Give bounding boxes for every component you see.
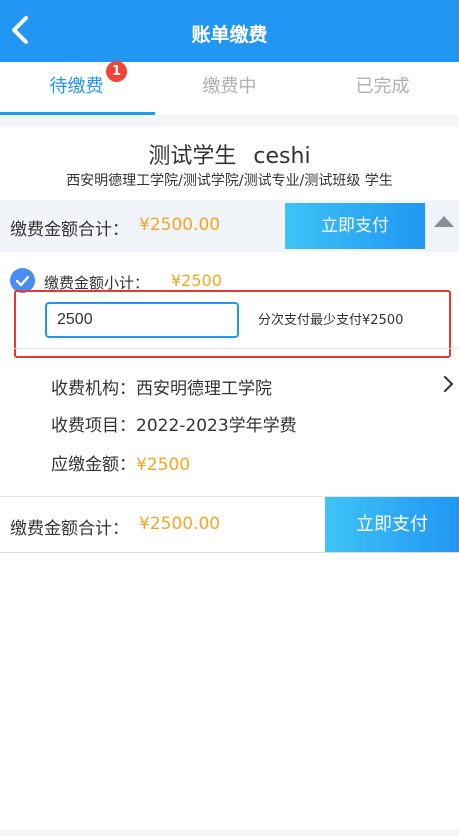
chevron-right-icon[interactable]: [440, 374, 456, 394]
check-icon: [15, 275, 30, 287]
page-bottom-edge: [0, 830, 459, 836]
org-label: 收费机构：: [51, 379, 136, 399]
tab-bar: 待缴费 缴费中 已完成: [0, 62, 459, 115]
divider: [14, 348, 459, 349]
student-org-path: 西安明德理工学院/测试学院/测试专业/测试班级 学生: [66, 173, 393, 189]
detail-row-org: 收费机构：西安明德理工学院: [51, 374, 272, 399]
footer-total-label: 缴费金额合计：: [10, 519, 129, 539]
footer-total-amount: ¥2500.00: [139, 514, 221, 534]
item-label: 收费项目：: [51, 416, 136, 436]
app-header: 账单缴费: [0, 0, 459, 62]
tab-pending[interactable]: 待缴费: [0, 62, 153, 115]
subtotal-amount: ¥2500: [171, 271, 222, 290]
footer-pay-now-button[interactable]: 立即支付: [325, 497, 459, 552]
subtotal-label: 缴费金额小计：: [44, 274, 150, 292]
bill-select-checkbox[interactable]: [10, 268, 35, 293]
triangle-up-icon[interactable]: [434, 216, 454, 227]
tab-completed[interactable]: 已完成: [306, 62, 459, 115]
total-label: 缴费金额合计：: [10, 220, 129, 240]
student-name: 测试学生 ceshi: [148, 144, 311, 169]
footer-pay-bar: 缴费金额合计： ¥2500.00 立即支付: [0, 497, 459, 552]
page-title: 账单缴费: [191, 24, 268, 46]
detail-row-due: 应缴金额：¥2500: [51, 450, 190, 475]
detail-row-item: 收费项目：2022-2023学年学费: [51, 411, 297, 436]
org-value: 西安明德理工学院: [136, 379, 272, 399]
total-amount: ¥2500.00: [139, 215, 221, 235]
summary-bar: 缴费金额合计： ¥2500.00 立即支付: [0, 200, 459, 252]
divider: [0, 552, 459, 553]
pending-count-badge: 1: [106, 61, 127, 82]
payment-amount-input[interactable]: [45, 302, 239, 338]
min-payment-note: 分次支付最少支付¥2500: [258, 313, 404, 328]
item-value: 2022-2023学年学费: [136, 416, 297, 436]
section-divider: [0, 115, 459, 127]
tab-processing[interactable]: 缴费中: [153, 62, 306, 115]
due-amount: ¥2500: [136, 455, 191, 475]
due-label: 应缴金额：: [51, 455, 136, 475]
pay-now-button[interactable]: 立即支付: [285, 203, 425, 249]
